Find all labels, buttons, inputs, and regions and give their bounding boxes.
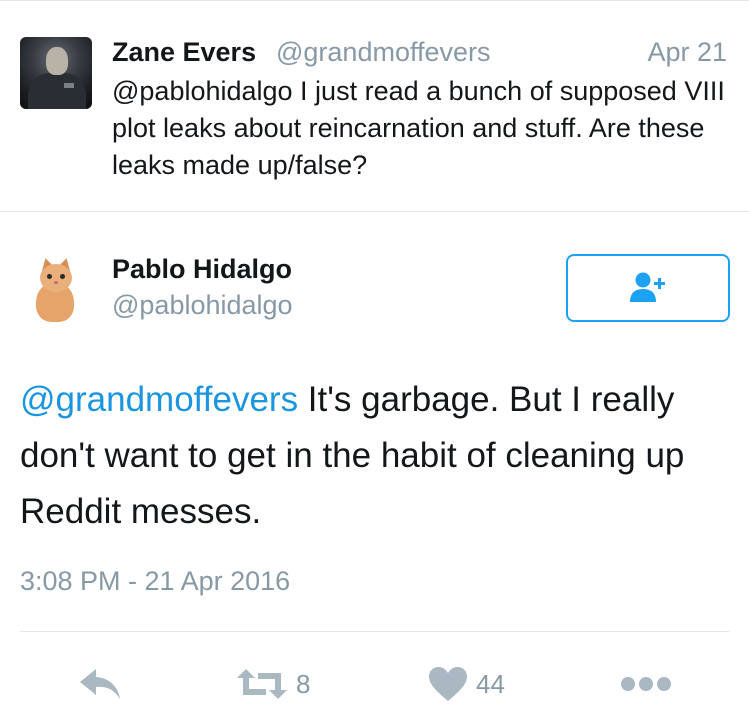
avatar-figure-body: [28, 73, 86, 109]
retweet-icon: [237, 669, 287, 699]
heart-icon: [429, 667, 467, 701]
follow-user-icon: [630, 272, 665, 302]
author-name[interactable]: Pablo Hidalgo: [112, 254, 292, 285]
author-handle[interactable]: @grandmoffevers: [276, 37, 491, 68]
tweet-text: @pablohidalgo I just read a bunch of sup…: [112, 76, 725, 180]
avatar-figure-badge: [64, 83, 74, 88]
cat-eye-right: [60, 274, 65, 279]
author-name[interactable]: Zane Evers: [112, 37, 256, 68]
retweet-count: 8: [296, 668, 311, 699]
more-button[interactable]: [620, 660, 672, 708]
avatar-figure-face: [46, 47, 68, 75]
reply-button[interactable]: [78, 660, 124, 708]
parent-tweet[interactable]: Zane Evers @grandmoffevers Apr 21 @pablo…: [0, 0, 749, 212]
author-handle[interactable]: @pablohidalgo: [112, 290, 293, 321]
avatar[interactable]: [20, 37, 92, 109]
mention-link[interactable]: @grandmoffevers: [20, 380, 298, 419]
divider: [20, 631, 729, 632]
like-button[interactable]: 44: [428, 660, 505, 708]
cat-nose: [54, 281, 58, 284]
cat-head: [40, 264, 72, 292]
timestamp[interactable]: 3:08 PM - 21 Apr 2016: [20, 566, 290, 597]
avatar[interactable]: [20, 252, 92, 324]
reply-icon: [80, 669, 120, 699]
cat-eye-left: [47, 274, 52, 279]
tweet-date[interactable]: Apr 21: [647, 37, 727, 68]
retweet-button[interactable]: 8: [236, 660, 310, 708]
more-icon: [621, 677, 671, 691]
reply-tweet-text: @grandmoffevers It's garbage. But I real…: [20, 372, 730, 540]
follow-button[interactable]: [566, 254, 730, 322]
like-count: 44: [476, 668, 505, 699]
